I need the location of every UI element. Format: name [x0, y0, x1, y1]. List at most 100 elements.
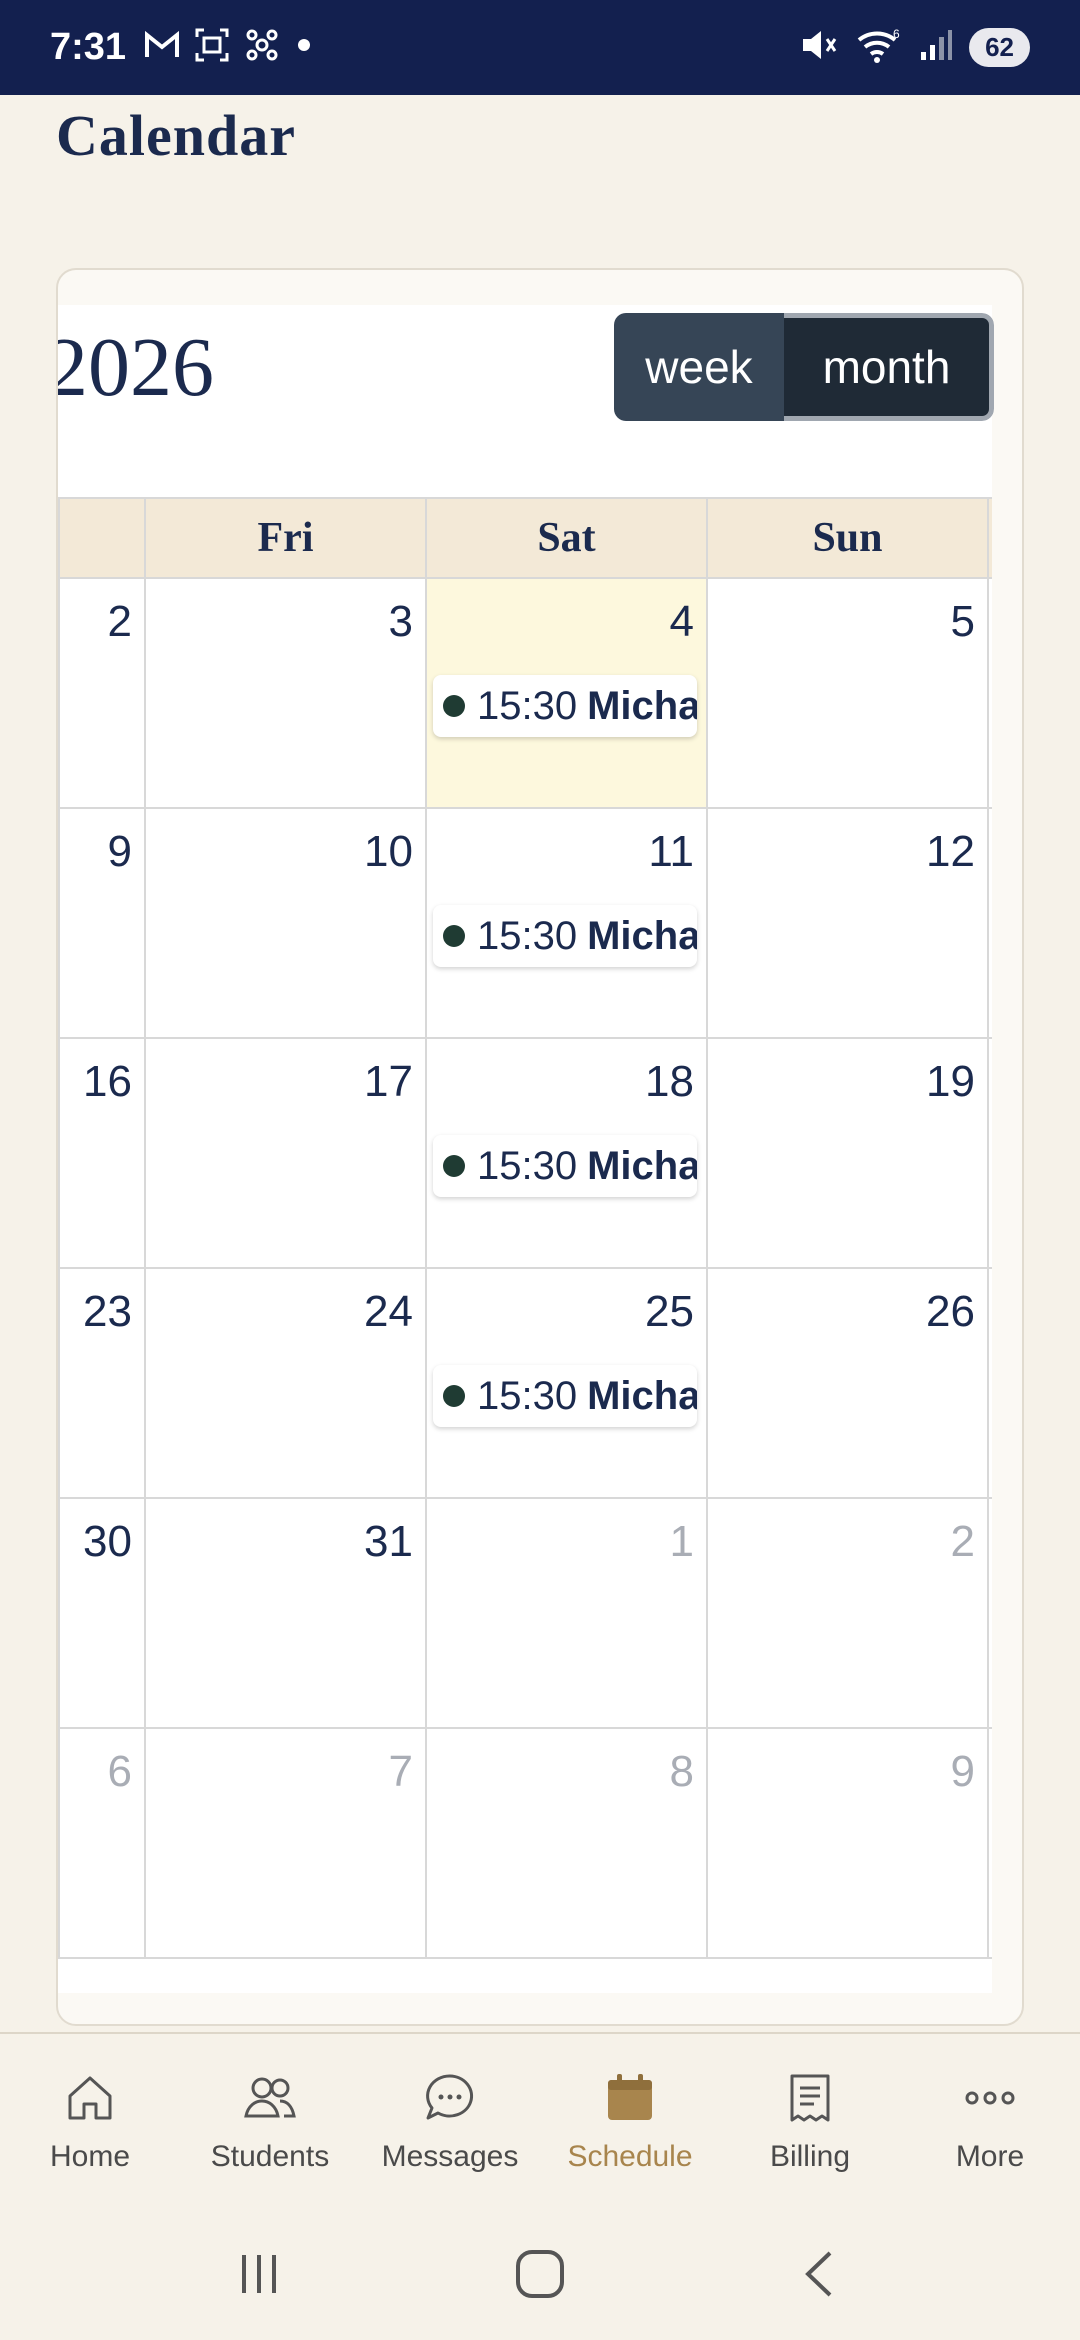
day-cell[interactable]: 8: [427, 1729, 708, 1957]
calendar-event[interactable]: 15:30 Micha: [433, 1365, 697, 1427]
home-system-icon[interactable]: [512, 2246, 568, 2307]
nav-label: More: [955, 2140, 1025, 2173]
screenshot-icon: [194, 27, 230, 68]
nav-label: Home: [49, 2140, 131, 2173]
day-cell[interactable]: 25 15:30 Micha: [427, 1269, 708, 1497]
event-title: Micha: [587, 1143, 697, 1188]
day-cell[interactable]: 2: [60, 579, 146, 807]
day-cell[interactable]: 9: [708, 1729, 989, 1957]
calendar-card: 2026 week month Fri Sat Sun 2 3 4 15:30 Mich…: [56, 268, 1024, 2026]
day-cell[interactable]: 3: [146, 579, 427, 807]
weekday-header-cell: Sun: [708, 499, 989, 577]
day-number: 7: [388, 1747, 413, 1796]
event-dot-icon: [443, 925, 465, 947]
nav-more[interactable]: More: [900, 2034, 1080, 2212]
event-title: Micha: [587, 1373, 697, 1418]
day-number: 24: [364, 1287, 413, 1336]
nav-label: Messages: [381, 2140, 519, 2173]
day-number: 30: [83, 1517, 132, 1566]
day-cell[interactable]: 5: [708, 579, 989, 807]
day-cell[interactable]: 1: [427, 1499, 708, 1727]
day-cell[interactable]: 19: [708, 1039, 989, 1267]
day-cell[interactable]: 7: [146, 1729, 427, 1957]
day-number: 8: [669, 1747, 694, 1796]
week-row: 30 31 1 2: [60, 1499, 992, 1729]
more-icon: [960, 2068, 1020, 2128]
nav-label: Students: [210, 2140, 330, 2173]
back-icon[interactable]: [796, 2249, 846, 2304]
week-row: 6 7 8 9: [60, 1729, 992, 1959]
event-time: 15:30: [477, 1373, 578, 1418]
day-number: 1: [669, 1517, 694, 1566]
day-cell[interactable]: 6: [60, 1729, 146, 1957]
view-toggle: week month: [614, 313, 994, 421]
day-number: 2: [107, 597, 132, 646]
network-icon: [244, 27, 280, 68]
event-time: 15:30: [477, 1143, 578, 1188]
event-dot-icon: [443, 695, 465, 717]
calendar-event[interactable]: 15:30 Micha: [433, 1135, 697, 1197]
gmail-icon: [144, 30, 180, 65]
day-cell[interactable]: 18 15:30 Micha: [427, 1039, 708, 1267]
calendar-event[interactable]: 15:30 Micha: [433, 675, 697, 737]
day-number: 3: [388, 597, 413, 646]
day-number: 17: [364, 1057, 413, 1106]
nav-home[interactable]: Home: [0, 2034, 180, 2212]
status-right-icons: 6 62: [799, 26, 1030, 69]
day-cell[interactable]: 17: [146, 1039, 427, 1267]
weekday-header-cell: [60, 499, 146, 577]
day-number: 25: [645, 1287, 694, 1336]
day-cell[interactable]: 26: [708, 1269, 989, 1497]
day-cell[interactable]: 12: [708, 809, 989, 1037]
day-cell[interactable]: 30: [60, 1499, 146, 1727]
event-dot-icon: [443, 1155, 465, 1177]
day-number: 9: [950, 1747, 975, 1796]
battery-indicator: 62: [969, 28, 1030, 67]
status-bar: 7:31 6 62: [0, 0, 1080, 95]
calendar-event[interactable]: 15:30 Micha: [433, 905, 697, 967]
day-cell-today[interactable]: 4 15:30 Micha: [427, 579, 708, 807]
event-time: 15:30: [477, 683, 578, 728]
event-title: Micha: [587, 913, 697, 958]
day-cell[interactable]: 23: [60, 1269, 146, 1497]
nav-label: Billing: [769, 2140, 851, 2173]
event-time: 15:30: [477, 913, 578, 958]
day-number: 11: [648, 827, 694, 876]
day-cell[interactable]: 31: [146, 1499, 427, 1727]
day-cell[interactable]: 11 15:30 Micha: [427, 809, 708, 1037]
event-title: Micha: [587, 683, 697, 728]
month-view-button[interactable]: month: [784, 313, 994, 421]
day-cell[interactable]: 9: [60, 809, 146, 1037]
calendar-icon: [600, 2068, 660, 2128]
day-cell[interactable]: 2: [708, 1499, 989, 1727]
week-rows: 2 3 4 15:30 Micha 5 9 10 11 15:30 Micha 12 16 17 18 15:…: [60, 579, 992, 1959]
signal-icon: [919, 28, 953, 67]
calendar-title: 2026: [56, 321, 214, 414]
nav-schedule[interactable]: Schedule: [540, 2034, 720, 2212]
day-number: 18: [645, 1057, 694, 1106]
day-number: 12: [926, 827, 975, 876]
nav-billing[interactable]: Billing: [720, 2034, 900, 2212]
day-cell[interactable]: 10: [146, 809, 427, 1037]
nav-messages[interactable]: Messages: [360, 2034, 540, 2212]
wifi-badge: 6: [893, 27, 900, 41]
calendar-panel: 2026 week month Fri Sat Sun 2 3 4 15:30 Mich…: [56, 305, 994, 1993]
nav-students[interactable]: Students: [180, 2034, 360, 2212]
day-cell[interactable]: 16: [60, 1039, 146, 1267]
bottom-nav: Home Students Messages Schedule Billing …: [0, 2032, 1080, 2212]
day-number: 23: [83, 1287, 132, 1336]
day-cell[interactable]: 24: [146, 1269, 427, 1497]
day-number: 4: [669, 597, 694, 646]
notification-icons: [144, 27, 314, 68]
day-number: 19: [926, 1057, 975, 1106]
week-view-button[interactable]: week: [614, 313, 784, 421]
day-number: 26: [926, 1287, 975, 1336]
dot-icon: [294, 35, 314, 60]
day-number: 31: [364, 1517, 413, 1566]
day-number: 2: [950, 1517, 975, 1566]
recent-apps-icon[interactable]: [234, 2249, 284, 2304]
wifi-icon: 6: [855, 26, 903, 69]
home-icon: [60, 2068, 120, 2128]
week-row: 2 3 4 15:30 Micha 5: [60, 579, 992, 809]
status-time: 7:31: [50, 26, 127, 68]
